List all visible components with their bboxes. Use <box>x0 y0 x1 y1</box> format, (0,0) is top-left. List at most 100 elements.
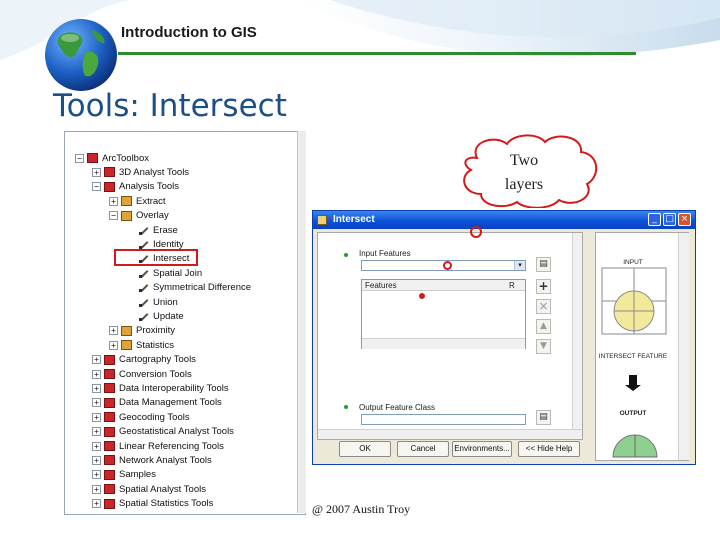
hammer-tool-icon <box>138 268 149 279</box>
expand-icon[interactable]: + <box>92 441 101 451</box>
expand-icon[interactable]: + <box>109 340 118 350</box>
toolbox-icon <box>104 455 115 466</box>
remove-icon[interactable]: × <box>536 299 551 314</box>
ok-button[interactable]: OK <box>339 441 391 457</box>
features-column-header: Features <box>365 281 397 290</box>
expand-icon[interactable]: + <box>92 455 101 465</box>
toolbox-icon <box>104 441 115 451</box>
diagram-input-label: INPUT <box>623 259 643 266</box>
toolbox-item-linear-referencing-tools[interactable]: + Linear Referencing Tools <box>92 439 224 453</box>
intersect-dialog: Intersect _ □ × Input Features ▾ ▤ Featu… <box>312 210 696 465</box>
toolbox-item-data-interoperability-tools[interactable]: + Data Interoperability Tools <box>92 381 229 395</box>
toolbox-item-network-analyst-tools[interactable]: + Network Analyst Tools <box>92 453 212 467</box>
move-up-icon[interactable]: ▲ <box>536 319 551 334</box>
list-header: Features R <box>362 280 525 291</box>
expand-icon[interactable]: + <box>92 499 101 509</box>
toolbox-item-proximity[interactable]: + Proximity <box>109 324 175 338</box>
expand-icon[interactable]: + <box>92 412 101 422</box>
toolset-icon <box>121 340 132 351</box>
output-feature-class-field[interactable] <box>361 414 526 425</box>
toolbox-item-spatial-analyst-tools[interactable]: + Spatial Analyst Tools <box>92 482 206 496</box>
toolbox-icon <box>104 412 115 423</box>
collapse-icon[interactable]: − <box>92 182 101 192</box>
toolbox-item-label: ArcToolbox <box>102 152 149 164</box>
expand-icon[interactable]: + <box>92 470 101 480</box>
arctoolbox-panel: − ArcToolbox +3D Analyst Tools − Analysis To… <box>64 131 306 515</box>
toolbox-icon <box>104 426 115 437</box>
chevron-down-icon[interactable]: ▾ <box>514 261 525 270</box>
cancel-button[interactable]: Cancel <box>397 441 449 457</box>
expand-icon[interactable]: + <box>109 326 118 336</box>
toolbox-item-spatial-join[interactable]: Spatial Join <box>126 266 202 280</box>
toolbox-item-label: Overlay <box>136 210 169 222</box>
expand-icon[interactable]: + <box>92 355 101 365</box>
expand-icon[interactable]: + <box>109 196 118 206</box>
help-diagram-panel: INPUT INTERSECT FEATURE OUTPUT <box>595 232 689 461</box>
toolbox-icon <box>104 354 115 365</box>
toolbox-icon <box>104 181 115 192</box>
toolbox-item-erase[interactable]: Erase <box>126 223 178 237</box>
help-vscrollbar[interactable] <box>678 233 689 460</box>
toolbox-item-spatial-statistics-tools[interactable]: + Spatial Statistics Tools <box>92 497 213 511</box>
expand-icon[interactable]: + <box>92 484 101 494</box>
toolbox-item-label: Samples <box>119 469 156 481</box>
toolbox-item-label: Cartography Tools <box>119 354 196 366</box>
collapse-icon[interactable]: − <box>75 153 84 163</box>
toolbox-item-label: Analysis Tools <box>119 181 180 193</box>
toolbox-icon <box>104 469 115 480</box>
toolbox-item-data-management-tools[interactable]: + Data Management Tools <box>92 396 222 410</box>
marker-circle <box>470 226 482 238</box>
toolbox-item-conversion-tools[interactable]: + Conversion Tools <box>92 367 192 381</box>
hide-help-button[interactable]: << Hide Help <box>518 441 580 457</box>
move-down-icon[interactable]: ▼ <box>536 339 551 354</box>
minimize-icon[interactable]: _ <box>648 213 661 226</box>
toolbox-item-label: 3D Analyst Tools <box>119 166 190 178</box>
toolbox-item-label: Geostatistical Analyst Tools <box>119 426 234 438</box>
dialog-vscrollbar[interactable] <box>572 233 582 429</box>
toolbox-item-union[interactable]: Union <box>126 295 178 309</box>
toolbox-item-label: Spatial Join <box>153 267 203 279</box>
maximize-icon[interactable]: □ <box>663 213 676 226</box>
toolbox-item-statistics[interactable]: + Statistics <box>109 338 174 352</box>
toolset-icon <box>121 210 132 221</box>
dialog-title: Intersect <box>333 214 375 225</box>
toolbox-icon <box>104 397 115 408</box>
collapse-icon[interactable]: − <box>109 211 118 221</box>
toolbox-item-label: Union <box>153 296 178 308</box>
expand-icon[interactable]: + <box>92 398 101 408</box>
expand-icon[interactable]: + <box>92 383 101 393</box>
toolset-icon <box>121 196 132 207</box>
marker-dot <box>419 293 425 299</box>
toolbox-item-samples[interactable]: + Samples <box>92 468 156 482</box>
list-hscrollbar[interactable] <box>362 338 525 349</box>
hammer-tool-icon <box>138 311 149 322</box>
output-feature-class-label: Output Feature Class <box>359 403 436 412</box>
toolbox-item-extract[interactable]: + Extract <box>109 194 166 208</box>
toolbox-item-cartography-tools[interactable]: + Cartography Tools <box>92 353 196 367</box>
input-features-label: Input Features <box>359 249 411 258</box>
expand-icon[interactable]: + <box>92 167 101 177</box>
toolbox-scrollbar[interactable] <box>297 131 306 513</box>
close-icon[interactable]: × <box>678 213 691 226</box>
input-features-list[interactable]: Features R <box>361 279 526 349</box>
hammer-tool-icon <box>138 225 149 236</box>
add-icon[interactable]: + <box>536 279 551 294</box>
browse-folder-icon[interactable]: ▤ <box>536 257 551 272</box>
toolbox-item-analysis-tools[interactable]: − Analysis Tools <box>92 180 179 194</box>
environments-button[interactable]: Environments... <box>452 441 512 457</box>
toolbox-item-geocoding-tools[interactable]: + Geocoding Tools <box>92 410 190 424</box>
expand-icon[interactable]: + <box>92 427 101 437</box>
dialog-hscrollbar[interactable] <box>318 429 582 439</box>
toolbox-item-symmetrical-difference[interactable]: Symmetrical Difference <box>126 281 251 295</box>
toolbox-item-arctoolbox[interactable]: − ArcToolbox <box>75 151 149 165</box>
toolbox-item-overlay[interactable]: − Overlay <box>109 209 169 223</box>
toolbox-item-update[interactable]: Update <box>126 309 184 323</box>
output-diagram <box>612 434 658 458</box>
toolbox-icon <box>104 498 115 509</box>
toolbox-item-geostatistical-analyst-tools[interactable]: + Geostatistical Analyst Tools <box>92 425 234 439</box>
dialog-titlebar[interactable]: Intersect _ □ × <box>313 211 695 229</box>
toolbox-item-3d-analyst-tools[interactable]: +3D Analyst Tools <box>92 165 189 179</box>
expand-icon[interactable]: + <box>92 369 101 379</box>
browse-folder-icon[interactable]: ▤ <box>536 410 551 425</box>
down-arrow-head-icon <box>625 385 641 391</box>
